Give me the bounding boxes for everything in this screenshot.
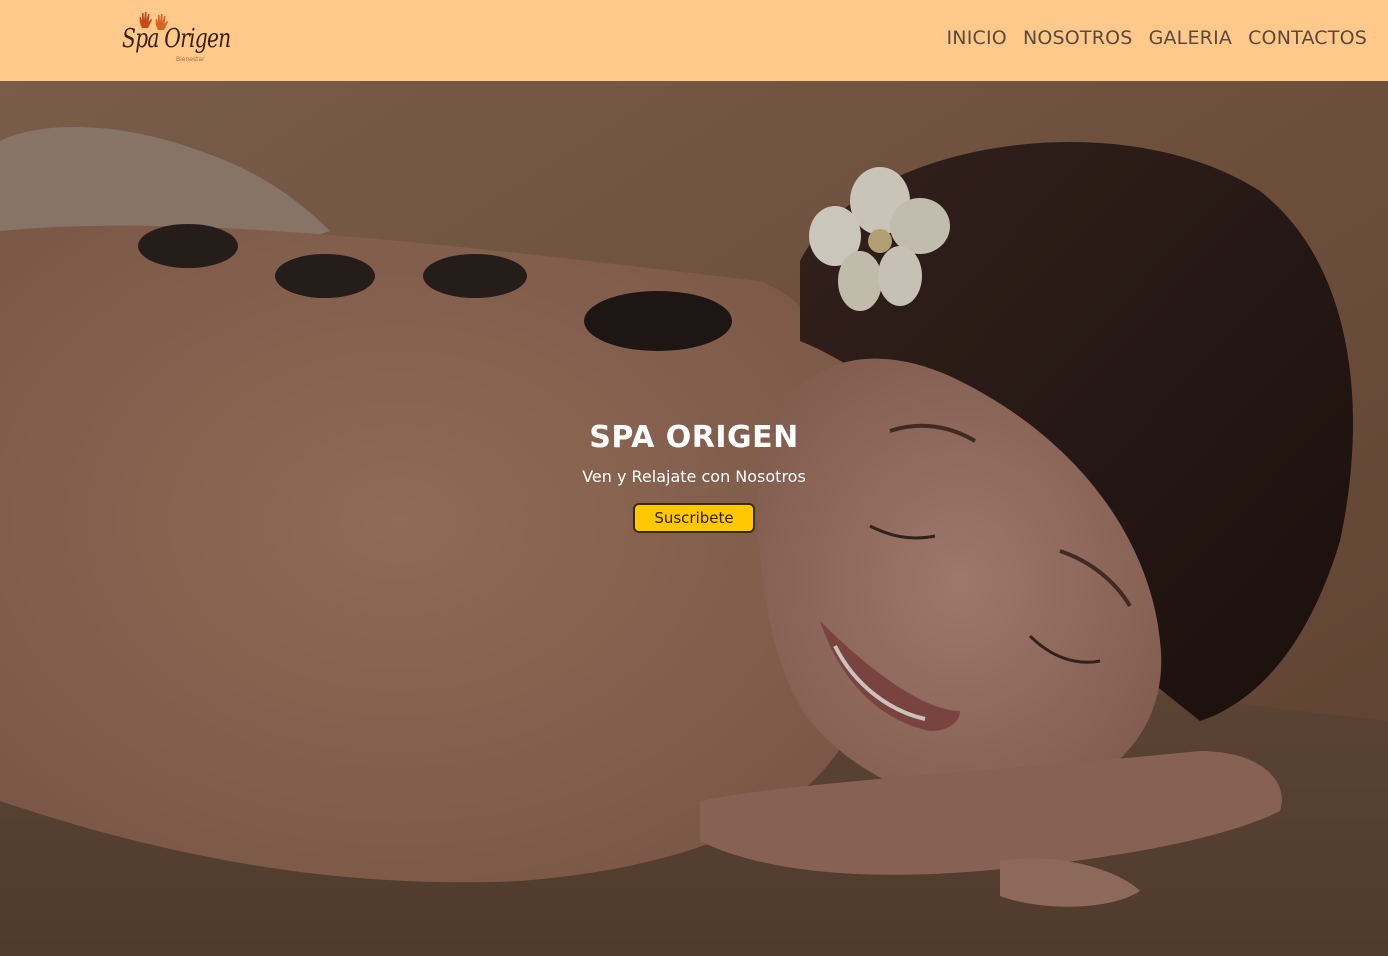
hero-title: SPA ORIGEN (589, 420, 799, 455)
hero-content: SPA ORIGEN Ven y Relajate con Nosotros S… (0, 417, 1388, 533)
nav-item-galeria[interactable]: GALERIA (1149, 27, 1233, 49)
subscribe-button[interactable]: Suscribete (633, 503, 755, 533)
logo-subtext: Bienestar (176, 56, 205, 63)
logo[interactable]: Spa Origen Bienestar (118, 10, 231, 70)
hero-section: SPA ORIGEN Ven y Relajate con Nosotros S… (0, 81, 1388, 956)
nav-item-nosotros[interactable]: NOSOTROS (1023, 27, 1133, 49)
nav-item-inicio[interactable]: INICIO (947, 27, 1007, 49)
site-header: Spa Origen Bienestar INICIO NOSOTROS GAL… (0, 0, 1388, 81)
hero-subtitle: Ven y Relajate con Nosotros (582, 467, 806, 486)
nav-item-contactos[interactable]: CONTACTOS (1248, 27, 1367, 49)
logo-text: Spa Origen (122, 24, 231, 54)
main-nav: INICIO NOSOTROS GALERIA CONTACTOS (947, 27, 1368, 49)
